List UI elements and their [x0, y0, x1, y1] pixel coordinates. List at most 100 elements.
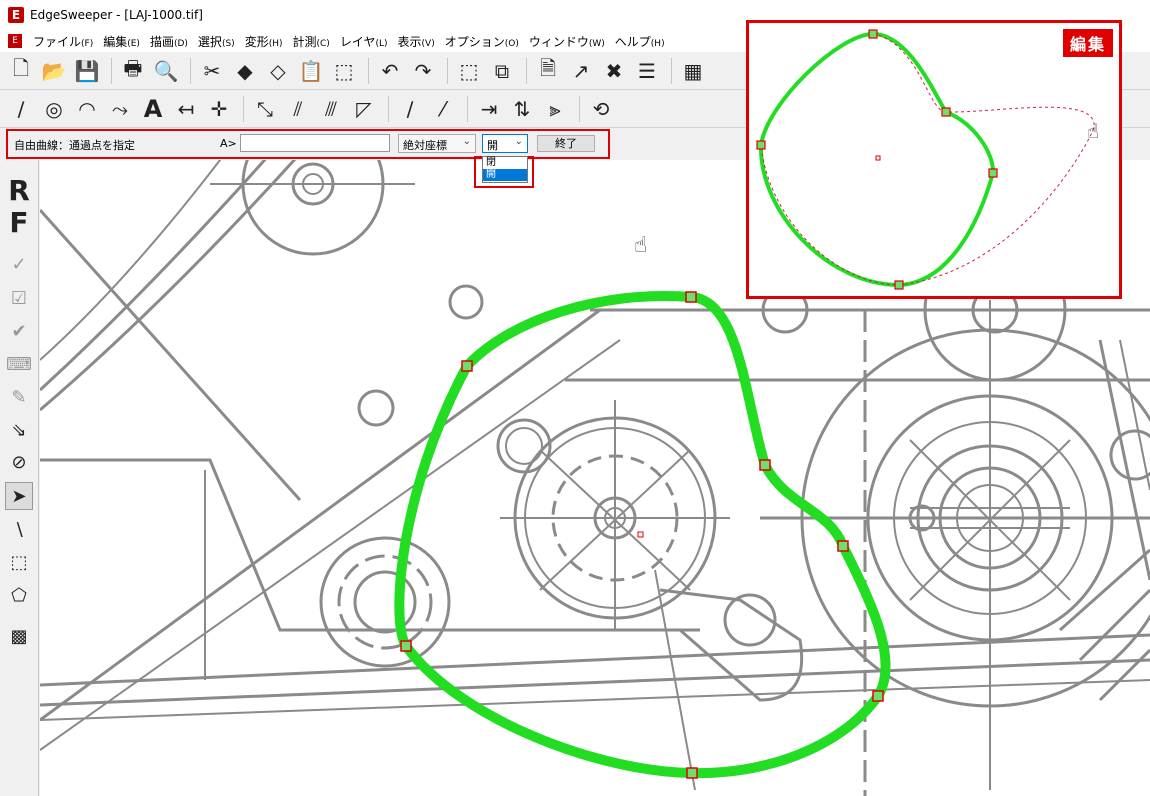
group-icon[interactable]: ⬚ [454, 56, 484, 86]
open-folder-icon[interactable]: 📂 [39, 56, 69, 86]
window-title: EdgeSweeper - [LAJ-1000.tif] [30, 8, 203, 22]
multi-select-icon[interactable]: ⇘ [5, 416, 33, 444]
paste-icon[interactable]: 📋 [296, 56, 326, 86]
dashed-polygon-icon[interactable]: ⬠ [5, 581, 33, 609]
control-point [685, 291, 697, 303]
app-logo-icon: E [8, 7, 24, 23]
toolbar-separator [368, 57, 369, 84]
coordinate-label: A> [220, 137, 237, 150]
dashed-rect-icon[interactable]: ⬚ [5, 548, 33, 576]
dashed-line-icon[interactable]: ∖ [5, 516, 33, 544]
toolbar-separator [190, 57, 191, 84]
toolbar-separator [447, 57, 448, 84]
redo-icon[interactable]: ↷ [408, 56, 438, 86]
open-close-value: 開 [487, 139, 498, 152]
extend-tool-icon[interactable]: ∕ [395, 94, 425, 124]
text-check-icon[interactable]: ⌨ [5, 350, 33, 378]
end-button[interactable]: 終了 [537, 135, 595, 152]
cut-icon[interactable]: ✂ [197, 56, 227, 86]
menu-item-key: (S) [221, 38, 235, 49]
rotate-tool-icon[interactable]: ⟲ [586, 94, 616, 124]
menu-item[interactable]: 計測(C) [288, 33, 335, 50]
trim-tool-icon[interactable]: ⁄ [428, 94, 458, 124]
pointer-icon[interactable]: ➤ [5, 482, 33, 510]
list-icon[interactable]: ☰ [632, 56, 662, 86]
menu-item-label: ヘルプ [614, 34, 651, 49]
inset-center-marker [875, 155, 881, 161]
cross-lines-icon[interactable]: ✖ [599, 56, 629, 86]
drawing-line [40, 658, 1150, 707]
coordinate-mode-value: 絶対座標 [403, 139, 447, 152]
eraser-light-icon[interactable]: ◇ [263, 56, 293, 86]
new-file-icon[interactable]: 🗋 [6, 56, 36, 86]
drawing-line [40, 633, 1150, 687]
line-tool-icon[interactable]: ∕ [6, 94, 36, 124]
menu-item[interactable]: 描画(D) [145, 33, 193, 50]
drawing-circle [353, 570, 417, 634]
menu-item-label: 選択 [197, 34, 222, 49]
menu-item[interactable]: 選択(S) [193, 33, 240, 50]
save-icon[interactable]: 💾 [72, 56, 102, 86]
menu-item-key: (C) [316, 38, 330, 49]
pattern-icon[interactable]: ▩ [5, 622, 33, 650]
inset-control-point [868, 29, 878, 39]
menu-item[interactable]: 変形(H) [240, 33, 288, 50]
pen-check-icon[interactable]: ✎ [5, 383, 33, 411]
check-all-icon[interactable]: ✔ [5, 317, 33, 345]
print-icon[interactable]: 🖶 [118, 56, 148, 86]
menu-item-label: オプション [444, 34, 505, 49]
check-icon[interactable]: ✓ [5, 250, 33, 278]
eraser-icon[interactable]: ◆ [230, 56, 260, 86]
coordinate-mode-select[interactable]: 絶対座標 ⌄ [398, 134, 476, 153]
dropdown-option[interactable]: 開 [483, 169, 527, 181]
control-point [461, 360, 473, 372]
menu-item-label: 表示 [397, 34, 422, 49]
palette-r-button[interactable]: R [5, 174, 33, 207]
menu-item[interactable]: レイヤ(L) [335, 33, 393, 50]
move-tool-icon[interactable]: ⇥ [474, 94, 504, 124]
check-circle-icon[interactable]: ☑ [5, 284, 33, 312]
menu-item-label: ウィンドウ [528, 34, 589, 49]
polyline-tool-icon[interactable]: ⤳ [105, 94, 135, 124]
palette-f-button[interactable]: F [5, 206, 33, 239]
add-page-icon[interactable]: 🗎 [533, 56, 563, 86]
circle-tool-icon[interactable]: ◎ [39, 94, 69, 124]
menu-item[interactable]: ファイル(F) [28, 33, 98, 50]
menu-item[interactable]: オプション(O) [440, 33, 524, 50]
menu-item[interactable]: 編集(E) [98, 33, 145, 50]
arc-tool-icon[interactable]: ◠ [72, 94, 102, 124]
grid-icon[interactable]: ▦ [678, 56, 708, 86]
inset-control-point [941, 107, 951, 117]
menu-item[interactable]: 表示(V) [393, 33, 440, 50]
document-menu-icon[interactable]: E [8, 34, 22, 48]
menu-item[interactable]: ウィンドウ(W) [524, 33, 610, 50]
control-point [837, 540, 849, 552]
tool-palette: R F ✓ ☑ ✔ ⌨ ✎ ⇘ ⊘ ➤ ∖ ⬚ ⬠ ▩ [0, 160, 39, 796]
select-rect-icon[interactable]: ⬚ [329, 56, 359, 86]
menu-item-key: (W) [588, 38, 605, 49]
text-tool-icon[interactable]: A [138, 94, 168, 124]
print-preview-icon[interactable]: 🔍 [151, 56, 181, 86]
inset-control-point [894, 280, 904, 290]
mirror-tool-icon[interactable]: ⫸ [540, 94, 570, 124]
edit-inset-panel: ☝ 編集 [746, 20, 1122, 299]
menu-item-key: (E) [127, 38, 140, 49]
corner-tool-icon[interactable]: ◸ [349, 94, 379, 124]
fillet-tool-icon[interactable]: ⫻ [316, 94, 346, 124]
join-lines-icon[interactable]: ↗ [566, 56, 596, 86]
prohibit-icon[interactable]: ⊘ [5, 448, 33, 476]
dimension-tool-icon[interactable]: ↤ [171, 94, 201, 124]
crosshair-tool-icon[interactable]: ✛ [204, 94, 234, 124]
offset-tool-icon[interactable]: ⫽ [283, 94, 313, 124]
menu-item-key: (H) [268, 38, 283, 49]
menu-item-label: ファイル [33, 34, 82, 49]
menu-item[interactable]: ヘルプ(H) [610, 33, 670, 50]
hatch-tool-icon[interactable]: ⤡ [250, 94, 280, 124]
menu-item-key: (O) [504, 38, 519, 49]
undo-icon[interactable]: ↶ [375, 56, 405, 86]
dropdown-option[interactable]: 閉 [483, 157, 527, 169]
copy-tool-icon[interactable]: ⇅ [507, 94, 537, 124]
coordinate-input[interactable] [240, 134, 390, 152]
ungroup-icon[interactable]: ⧉ [487, 56, 517, 86]
open-close-select[interactable]: 開 ⌄ [482, 134, 528, 153]
